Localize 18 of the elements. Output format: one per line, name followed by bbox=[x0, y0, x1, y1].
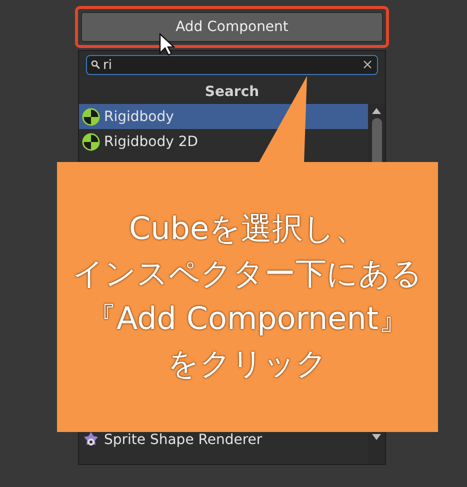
callout-text: 『Add Compornent』 bbox=[85, 300, 410, 339]
component-item[interactable]: Sprite Shape Renderer bbox=[79, 427, 368, 452]
add-component-button[interactable]: Add Component bbox=[81, 12, 383, 42]
mouse-cursor-icon bbox=[159, 33, 175, 57]
search-icon bbox=[91, 60, 100, 69]
component-item[interactable]: Rigidbody 2D bbox=[79, 129, 368, 154]
component-item[interactable]: Rigidbody bbox=[79, 104, 368, 129]
clear-icon[interactable] bbox=[363, 60, 372, 69]
physics-icon bbox=[82, 132, 100, 150]
callout-text: インスペクター下にある bbox=[72, 255, 422, 294]
callout-text: をクリック bbox=[168, 345, 328, 384]
scroll-down-icon[interactable] bbox=[372, 434, 381, 440]
callout-text: Cubeを選択し、 bbox=[128, 210, 366, 249]
list-header: Search bbox=[204, 83, 260, 102]
sprite-shape-icon bbox=[82, 430, 100, 448]
search-field[interactable]: ri bbox=[86, 55, 378, 75]
physics-icon bbox=[82, 108, 100, 126]
scroll-up-icon[interactable] bbox=[372, 108, 381, 114]
